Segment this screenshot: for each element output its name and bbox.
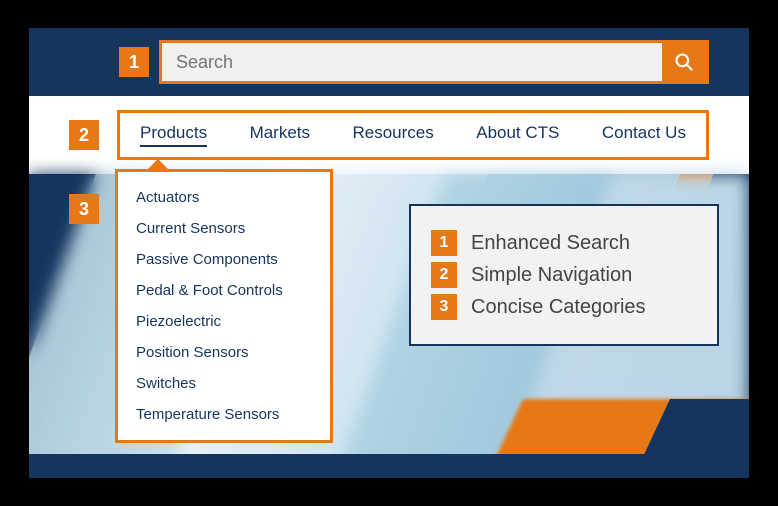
legend-row-3: 3 Concise Categories: [431, 294, 697, 320]
legend-row-2: 2 Simple Navigation: [431, 262, 697, 288]
callout-badge-3: 3: [69, 194, 99, 224]
callout-badge-2: 2: [69, 120, 99, 150]
search-icon: [674, 52, 694, 72]
navbar: 2 Products Markets Resources About CTS C…: [29, 96, 749, 174]
legend-text-2: Simple Navigation: [471, 264, 632, 287]
dropdown-item-position-sensors[interactable]: Position Sensors: [118, 337, 330, 368]
dropdown-item-piezoelectric[interactable]: Piezoelectric: [118, 306, 330, 337]
nav-item-products[interactable]: Products: [140, 123, 207, 147]
nav-item-resources[interactable]: Resources: [353, 123, 434, 147]
dropdown-item-actuators[interactable]: Actuators: [118, 182, 330, 213]
callout-badge-1: 1: [119, 47, 149, 77]
legend-box: 1 Enhanced Search 2 Simple Navigation 3 …: [409, 204, 719, 346]
search-wrap: 1: [119, 40, 709, 84]
dropdown-item-temperature-sensors[interactable]: Temperature Sensors: [118, 399, 330, 430]
search-input[interactable]: [162, 43, 662, 81]
products-dropdown: Actuators Current Sensors Passive Compon…: [115, 169, 333, 443]
nav-item-contact[interactable]: Contact Us: [602, 123, 686, 147]
nav-item-markets[interactable]: Markets: [250, 123, 310, 147]
topbar: 1: [29, 28, 749, 96]
legend-badge-2: 2: [431, 262, 457, 288]
legend-badge-3: 3: [431, 294, 457, 320]
legend-row-1: 1 Enhanced Search: [431, 230, 697, 256]
search-button[interactable]: [662, 43, 706, 81]
dropdown-item-pedal-foot[interactable]: Pedal & Foot Controls: [118, 275, 330, 306]
dropdown-item-current-sensors[interactable]: Current Sensors: [118, 213, 330, 244]
legend-text-1: Enhanced Search: [471, 232, 630, 255]
legend-badge-1: 1: [431, 230, 457, 256]
app-frame: 1 2 Products Markets Resources About CTS…: [29, 28, 749, 478]
search-box: [159, 40, 709, 84]
hero-bottom-bar: [29, 454, 749, 478]
nav-item-about[interactable]: About CTS: [476, 123, 559, 147]
hero: 3 Actuators Current Sensors Passive Comp…: [29, 174, 749, 478]
nav-box: Products Markets Resources About CTS Con…: [117, 110, 709, 160]
legend-text-3: Concise Categories: [471, 296, 646, 319]
dropdown-item-passive-components[interactable]: Passive Components: [118, 244, 330, 275]
dropdown-item-switches[interactable]: Switches: [118, 368, 330, 399]
